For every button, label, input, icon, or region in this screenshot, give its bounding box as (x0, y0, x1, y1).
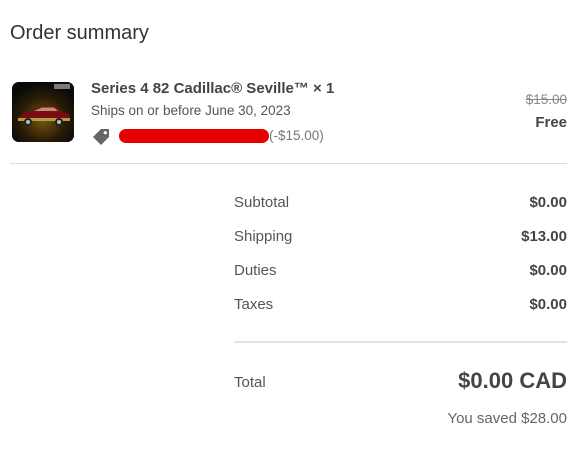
subtotal-label: Subtotal (234, 194, 290, 211)
taxes-row: Taxes $0.00 (234, 296, 567, 318)
duties-value: $0.00 (529, 262, 567, 279)
shipping-value: $13.00 (521, 228, 567, 245)
item-name: Series 4 82 Cadillac® Seville™ × 1 (91, 80, 335, 97)
shipping-row: Shipping $13.00 (234, 228, 567, 250)
shipping-date: Ships on or before June 30, 2023 (91, 103, 291, 118)
savings-text: You saved $28.00 (447, 410, 567, 427)
shipping-label: Shipping (234, 228, 293, 245)
duties-row: Duties $0.00 (234, 262, 567, 284)
taxes-value: $0.00 (529, 296, 567, 313)
original-price: $15.00 (525, 92, 567, 107)
divider (10, 163, 567, 164)
duties-label: Duties (234, 262, 277, 279)
subtotal-row: Subtotal $0.00 (234, 194, 567, 216)
redacted-discount-code (119, 129, 269, 143)
taxes-label: Taxes (234, 296, 274, 313)
final-price: Free (535, 114, 567, 131)
page-title: Order summary (10, 22, 149, 44)
divider (234, 341, 567, 343)
total-value: $0.00 CAD (458, 368, 567, 393)
tag-icon (91, 127, 111, 147)
discount-amount: (-$15.00) (269, 128, 324, 143)
car-image (12, 82, 74, 142)
subtotal-value: $0.00 (529, 194, 567, 211)
total-label: Total (234, 374, 266, 391)
product-thumbnail (12, 82, 74, 142)
